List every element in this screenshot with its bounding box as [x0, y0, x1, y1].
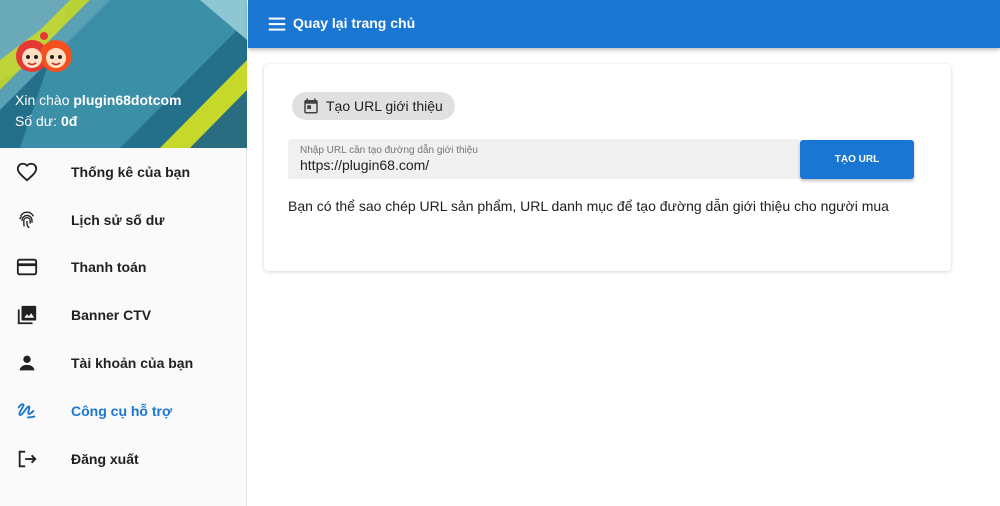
balance-text: Số dư: 0đ [15, 113, 78, 129]
create-url-button[interactable]: TẠO URL [800, 140, 914, 179]
sidebar-item-payment[interactable]: Thanh toán [0, 244, 247, 292]
help-text: Bạn có thể sao chép URL sản phẩm, URL da… [288, 198, 889, 214]
fingerprint-icon [16, 209, 38, 231]
url-field[interactable]: Nhập URL cần tạo đường dẫn giới thiệu [288, 139, 800, 179]
balance-value: 0đ [60, 113, 78, 129]
username: plugin68dotcom [73, 92, 182, 108]
sidebar-item-balance-history[interactable]: Lịch sử số dư [0, 196, 247, 244]
photo-library-icon [16, 304, 38, 326]
sidebar-item-tools[interactable]: Công cụ hỗ trợ [0, 387, 247, 435]
sidebar-item-label: Đăng xuất [71, 450, 139, 467]
url-input[interactable] [300, 157, 790, 173]
sidebar-item-label: Banner CTV [71, 307, 152, 324]
referral-url-chip: Tạo URL giới thiệu [292, 92, 455, 120]
sidebar-menu: Thống kê của bạn Lịch sử số dư Thanh toá… [0, 148, 247, 483]
credit-card-icon [16, 256, 38, 278]
heart-icon [16, 161, 38, 183]
greeting-text: Xin chào plugin68dotcom [15, 92, 182, 108]
sidebar-item-logout[interactable]: Đăng xuất [0, 435, 247, 483]
gesture-icon [16, 400, 38, 422]
sidebar-header: Xin chào plugin68dotcom Số dư: 0đ [0, 0, 247, 148]
sidebar-item-label: Lịch sử số dư [71, 211, 165, 228]
calendar-icon [304, 98, 318, 114]
url-field-label: Nhập URL cần tạo đường dẫn giới thiệu [300, 145, 478, 156]
sidebar-item-label: Thanh toán [71, 259, 147, 276]
sidebar-item-label: Thống kê của bạn [71, 163, 191, 180]
person-icon [16, 352, 38, 374]
sidebar-item-label: Tài khoản của bạn [71, 355, 194, 372]
hamburger-menu-icon[interactable] [266, 13, 288, 35]
sidebar: Xin chào plugin68dotcom Số dư: 0đ Thống … [0, 0, 247, 506]
sidebar-item-label: Công cụ hỗ trợ [71, 402, 172, 419]
back-to-home-link[interactable]: Quay lại trang chủ [293, 15, 415, 31]
sidebar-item-statistics[interactable]: Thống kê của bạn [0, 148, 247, 196]
chip-label: Tạo URL giới thiệu [326, 98, 443, 114]
logout-icon [16, 448, 38, 470]
sidebar-item-account[interactable]: Tài khoản của bạn [0, 339, 247, 387]
top-app-bar: Quay lại trang chủ [248, 0, 1000, 48]
avatar[interactable] [14, 26, 74, 82]
referral-url-card: Tạo URL giới thiệu Nhập URL cần tạo đườn… [264, 64, 951, 271]
sidebar-item-banner[interactable]: Banner CTV [0, 291, 247, 339]
